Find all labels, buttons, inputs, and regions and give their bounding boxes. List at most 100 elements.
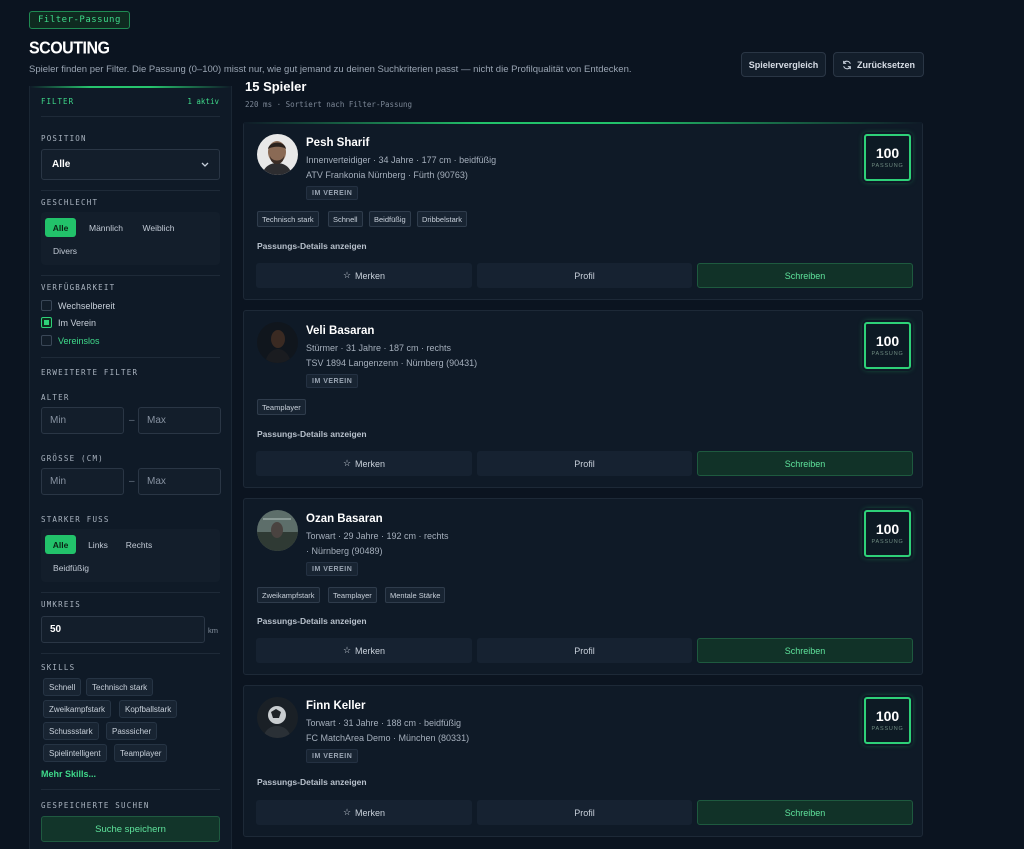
radius-input[interactable]: 50 (41, 616, 205, 643)
bookmark-button[interactable]: ☆ Merken (256, 451, 472, 476)
foot-option-beidfuessig[interactable]: Beidfüßig (45, 558, 97, 577)
foot-label: STARKER FUSS (41, 515, 110, 524)
gender-segmented-control: Alle Männlich Weiblich Divers (41, 212, 220, 265)
message-button[interactable]: Schreiben (697, 263, 913, 288)
skill-chip[interactable]: Technisch stark (86, 678, 154, 696)
message-button[interactable]: Schreiben (697, 800, 913, 825)
skill-tag: Beidfüßig (369, 211, 411, 227)
gender-option-maennlich[interactable]: Männlich (81, 218, 131, 237)
height-label: GRÖSSE (CM) (41, 454, 104, 463)
player-card: Ozan Basaran Torwart · 29 Jahre · 192 cm… (243, 498, 923, 675)
avatar[interactable] (257, 134, 298, 175)
reset-button[interactable]: Zurücksetzen (833, 52, 924, 77)
checkbox[interactable] (41, 335, 52, 346)
star-icon: ☆ (342, 270, 352, 280)
match-score: 100 PASSUNG (864, 134, 911, 181)
skill-chip[interactable]: Teamplayer (114, 744, 168, 762)
skill-tag: Technisch stark (257, 211, 319, 227)
player-club: ATV Frankonia Nürnberg · Fürth (90763) (306, 170, 468, 180)
skill-chip[interactable]: Schussstark (43, 722, 99, 740)
skill-chip[interactable]: Schnell (43, 678, 82, 696)
status-badge: IM VEREIN (306, 749, 359, 763)
availability-label: VERFÜGBARKEIT (41, 283, 116, 292)
skill-tag: Teamplayer (257, 399, 306, 415)
player-club: · Nürnberg (90489) (306, 546, 383, 556)
player-name[interactable]: Veli Basaran (306, 325, 374, 337)
page-title: SCOUTING (29, 39, 110, 58)
gender-option-alle[interactable]: Alle (45, 218, 76, 237)
profile-button[interactable]: Profil (477, 451, 692, 476)
age-label: ALTER (41, 393, 70, 402)
filter-sidebar: FILTER 1 aktiv POSITION Alle GESCHLECHT … (29, 86, 232, 849)
checkbox-checked[interactable] (41, 317, 52, 328)
skills-label: SKILLS (41, 663, 76, 672)
more-skills-link[interactable]: Mehr Skills... (41, 769, 96, 779)
message-button[interactable]: Schreiben (697, 451, 913, 476)
checkbox[interactable] (41, 300, 52, 311)
refresh-icon (843, 60, 851, 69)
skill-chip[interactable]: Zweikampfstark (43, 700, 112, 718)
player-name[interactable]: Pesh Sharif (306, 137, 369, 149)
results-count: 15 Spieler (245, 79, 307, 94)
match-details-link[interactable]: Passungs-Details anzeigen (257, 241, 367, 251)
match-details-link[interactable]: Passungs-Details anzeigen (257, 616, 367, 626)
foot-option-alle[interactable]: Alle (45, 535, 76, 554)
star-icon: ☆ (342, 645, 352, 655)
position-label: POSITION (41, 134, 87, 143)
reset-button-label: Zurücksetzen (856, 59, 916, 70)
player-name[interactable]: Ozan Basaran (306, 513, 383, 525)
star-icon: ☆ (342, 458, 352, 468)
player-info: Stürmer · 31 Jahre · 187 cm · rechts (306, 343, 452, 353)
avatar[interactable] (257, 510, 298, 551)
bookmark-button[interactable]: ☆ Merken (256, 800, 472, 825)
player-name[interactable]: Finn Keller (306, 700, 365, 712)
chevron-down-icon (201, 162, 209, 167)
bookmark-button[interactable]: ☆ Merken (256, 638, 472, 663)
skill-tag: Schnell (328, 211, 363, 227)
results-meta: 220 ms · Sortiert nach Filter-Passung (245, 100, 413, 109)
height-max-input[interactable]: Max (138, 468, 221, 495)
profile-button[interactable]: Profil (477, 263, 692, 288)
skill-tag: Mentale Stärke (385, 587, 446, 603)
save-search-button[interactable]: Suche speichern (41, 816, 220, 842)
status-badge: IM VEREIN (306, 186, 359, 200)
profile-button[interactable]: Profil (477, 800, 692, 825)
avatar[interactable] (257, 322, 298, 363)
availability-option-label: Vereinslos (58, 335, 100, 346)
filter-passung-badge: Filter-Passung (29, 11, 130, 29)
radius-unit: km (208, 626, 218, 635)
gender-option-divers[interactable]: Divers (45, 241, 85, 260)
gender-label: GESCHLECHT (41, 198, 99, 207)
compare-button-label: Spielervergleich (748, 59, 819, 70)
player-club: FC MatchArea Demo · München (80331) (306, 733, 470, 743)
skill-chip[interactable]: Passsicher (106, 722, 158, 740)
foot-option-links[interactable]: Links (83, 535, 113, 554)
skill-chip[interactable]: Kopfballstark (119, 700, 178, 718)
player-info: Torwart · 31 Jahre · 188 cm · beidfüßig (306, 718, 462, 728)
match-details-link[interactable]: Passungs-Details anzeigen (257, 777, 367, 787)
gender-option-weiblich[interactable]: Weiblich (136, 218, 181, 237)
match-score: 100 PASSUNG (864, 697, 911, 744)
availability-wechselbereit[interactable]: Wechselbereit (41, 300, 115, 311)
height-min-input[interactable]: Min (41, 468, 124, 495)
status-badge: IM VEREIN (306, 374, 359, 388)
availability-vereinslos[interactable]: Vereinslos (41, 335, 100, 346)
foot-option-rechts[interactable]: Rechts (121, 535, 157, 554)
skill-tag: Dribbelstark (417, 211, 468, 227)
compare-button[interactable]: Spielervergleich (741, 52, 826, 77)
match-details-link[interactable]: Passungs-Details anzeigen (257, 429, 367, 439)
message-button[interactable]: Schreiben (697, 638, 913, 663)
filter-heading: FILTER (41, 97, 75, 106)
profile-button[interactable]: Profil (477, 638, 692, 663)
skill-chip[interactable]: Spielintelligent (43, 744, 107, 762)
foot-segmented-control: Alle Links Rechts Beidfüßig (41, 529, 220, 582)
bookmark-button[interactable]: ☆ Merken (256, 263, 472, 288)
position-select[interactable]: Alle (41, 149, 220, 180)
age-max-input[interactable]: Max (138, 407, 221, 434)
avatar[interactable] (257, 697, 298, 738)
availability-option-label: Wechselbereit (58, 300, 115, 311)
radius-label: UMKREIS (41, 600, 82, 609)
availability-im-verein[interactable]: Im Verein (41, 317, 96, 328)
age-min-input[interactable]: Min (41, 407, 124, 434)
player-info: Torwart · 29 Jahre · 192 cm · rechts (306, 531, 449, 541)
